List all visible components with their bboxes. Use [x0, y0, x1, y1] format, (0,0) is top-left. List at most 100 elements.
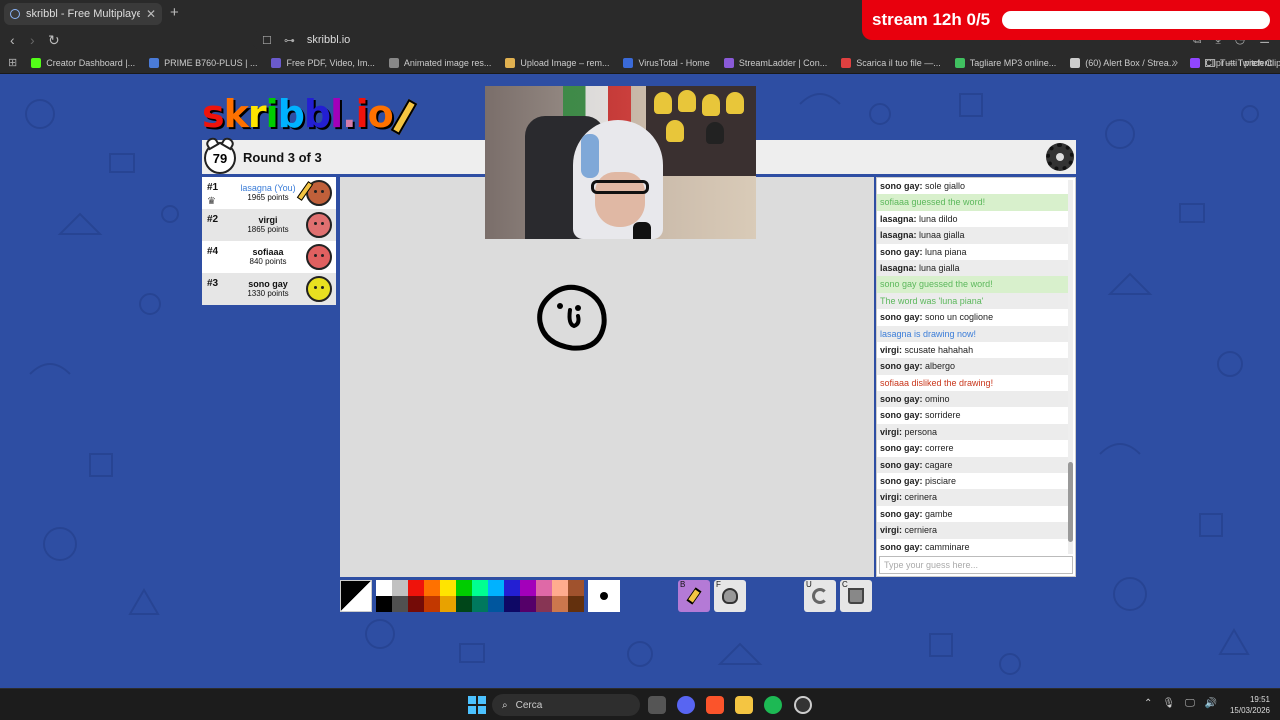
color-swatch[interactable] — [392, 596, 408, 612]
bookmark-item[interactable]: StreamLadder | Con... — [723, 57, 827, 68]
chat-message: sono gay: pisciare — [877, 473, 1069, 490]
color-swatch[interactable] — [392, 580, 408, 596]
color-swatch[interactable] — [520, 596, 536, 612]
player-row[interactable]: #3 sono gay 1330 points — [202, 273, 336, 305]
tray-chevron-icon[interactable]: ⌃ — [1144, 698, 1152, 709]
chat-scroll-thumb[interactable] — [1068, 462, 1073, 542]
color-swatch[interactable] — [520, 580, 536, 596]
fill-tool-button[interactable]: F — [714, 580, 746, 612]
color-swatch[interactable] — [376, 580, 392, 596]
all-bookmarks-folder[interactable]: Tutti i preferiti — [1205, 58, 1274, 68]
bookmark-item[interactable]: Scarica il tuo file —... — [841, 57, 941, 68]
player-row[interactable]: #1 lasagna (You) 1965 points ♛ — [202, 177, 336, 209]
pencil-tool-button[interactable]: B — [678, 580, 710, 612]
player-points: 1865 points — [247, 225, 289, 234]
color-swatch[interactable] — [424, 596, 440, 612]
current-color-swatch[interactable] — [340, 580, 372, 612]
chat-message: sono gay: camminare — [877, 538, 1069, 555]
microphone-icon[interactable]: 🎙 — [1162, 698, 1175, 709]
bookmark-favicon-icon — [1070, 57, 1081, 68]
undo-button[interactable]: U — [804, 580, 836, 612]
chat-username: sono gay — [880, 410, 920, 421]
color-swatch[interactable] — [536, 580, 552, 596]
color-swatch[interactable] — [488, 596, 504, 612]
color-swatch[interactable] — [536, 596, 552, 612]
bookmark-label: Scarica il tuo file —... — [856, 57, 941, 68]
site-info-icon[interactable]: ⊶ — [284, 34, 295, 47]
bookmark-favicon-icon — [149, 57, 160, 68]
bookmark-favicon-icon — [623, 57, 634, 68]
player-info: sono gay 1330 points — [230, 279, 306, 299]
chat-message: virgi: persona — [877, 423, 1069, 441]
chat-text: lunaa gialla — [919, 230, 965, 241]
fill-bucket-icon — [722, 588, 738, 604]
webcam-microphone — [633, 222, 651, 239]
bookmark-icon[interactable]: ☐ — [262, 34, 272, 47]
streamer-headphones — [581, 134, 599, 178]
bookmark-item[interactable]: Animated image res... — [388, 57, 491, 68]
chat-text: luna piana — [925, 246, 967, 257]
color-swatch[interactable] — [568, 580, 584, 596]
player-avatar — [306, 276, 332, 302]
obs-icon[interactable] — [794, 696, 812, 714]
task-view-icon[interactable] — [648, 696, 666, 714]
player-name: sofiaaa — [252, 247, 284, 257]
color-swatch[interactable] — [504, 596, 520, 612]
bookmark-item[interactable]: VirusTotal - Home — [623, 57, 710, 68]
chat-username: sono gay — [880, 443, 920, 454]
color-swatch[interactable] — [408, 596, 424, 612]
player-row[interactable]: #2 virgi 1865 points — [202, 209, 336, 241]
player-row[interactable]: #4 sofiaaa 840 points — [202, 241, 336, 273]
color-swatch[interactable] — [568, 596, 584, 612]
color-swatch[interactable] — [552, 596, 568, 612]
browser-tab[interactable]: skribbl - Free Multiplayer Drawing ✕ — [4, 3, 162, 25]
bookmark-item[interactable]: PRIME B760-PLUS | ... — [149, 57, 257, 68]
taskbar-clock[interactable]: 19:51 15/03/2026 — [1230, 694, 1270, 716]
color-swatch[interactable] — [376, 596, 392, 612]
new-tab-button[interactable]: + — [170, 4, 179, 21]
guess-input[interactable]: Type your guess here... — [879, 556, 1073, 574]
tab-close-icon[interactable]: ✕ — [146, 7, 156, 21]
bookmarks-more-icon[interactable]: » — [1172, 57, 1178, 69]
bookmark-list: Creator Dashboard |... PRIME B760-PLUS | … — [17, 57, 1280, 68]
search-icon: ⌕ — [502, 699, 508, 711]
settings-gear-icon[interactable] — [1046, 143, 1074, 171]
color-swatch[interactable] — [456, 596, 472, 612]
chat-username: sono gay — [880, 312, 920, 323]
color-swatch[interactable] — [472, 596, 488, 612]
discord-icon[interactable] — [677, 696, 695, 714]
start-button-icon[interactable] — [468, 696, 486, 714]
color-swatch[interactable] — [456, 580, 472, 596]
brush-size-selector[interactable] — [588, 580, 620, 612]
bookmark-label: Free PDF, Video, Im... — [286, 57, 375, 68]
apps-grid-icon[interactable]: ⊞ — [8, 56, 17, 69]
taskbar-search[interactable]: ⌕ Cerca — [492, 694, 640, 716]
color-swatch[interactable] — [424, 580, 440, 596]
bookmark-favicon-icon — [388, 57, 399, 68]
color-swatch[interactable] — [408, 580, 424, 596]
brave-browser-icon[interactable] — [706, 696, 724, 714]
bookmark-item[interactable]: (60) Alert Box / Strea... — [1070, 57, 1176, 68]
bookmark-item[interactable]: Free PDF, Video, Im... — [271, 57, 375, 68]
file-explorer-icon[interactable] — [735, 696, 753, 714]
color-swatch[interactable] — [504, 580, 520, 596]
round-indicator: Round 3 of 3 — [243, 150, 322, 165]
back-icon[interactable]: ‹ — [10, 32, 15, 48]
spotify-icon[interactable] — [764, 696, 782, 714]
bookmark-item[interactable]: Tagliare MP3 online... — [954, 57, 1056, 68]
color-swatch[interactable] — [488, 580, 504, 596]
skribbl-page: skribbl.io 79 Round 3 of 3 #1 lasagna (Yo… — [0, 74, 1280, 688]
volume-icon[interactable]: 🔊 — [1205, 698, 1217, 709]
forward-icon[interactable]: › — [30, 32, 35, 48]
bookmark-item[interactable]: Upload Image – rem... — [505, 57, 609, 68]
reload-icon[interactable]: ↻ — [48, 32, 60, 49]
clear-button[interactable]: C — [840, 580, 872, 612]
network-icon[interactable]: 🖵 — [1185, 698, 1195, 709]
player-list: #1 lasagna (You) 1965 points ♛ #2 virgi 1865 p… — [202, 177, 336, 305]
color-swatch[interactable] — [552, 580, 568, 596]
color-swatch[interactable] — [440, 596, 456, 612]
bookmark-item[interactable]: Creator Dashboard |... — [31, 57, 135, 68]
color-swatch[interactable] — [440, 580, 456, 596]
color-swatch[interactable] — [472, 580, 488, 596]
chat-scrollbar[interactable] — [1068, 180, 1073, 554]
